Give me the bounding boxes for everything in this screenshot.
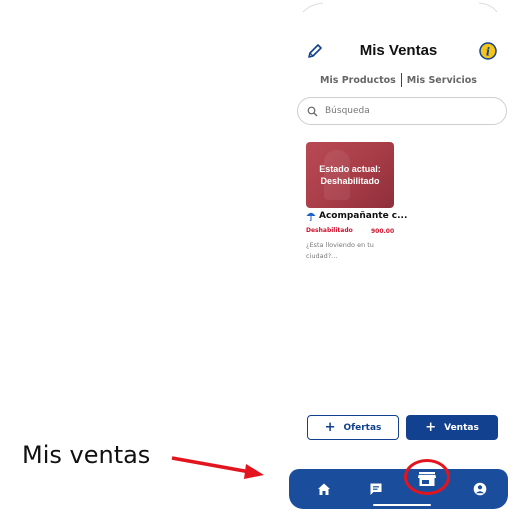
card-description: ¿Esta lloviendo en tu ciudad?...: [306, 241, 374, 260]
ofertas-button[interactable]: + Ofertas: [307, 415, 399, 440]
top-edge-decoration: [302, 2, 498, 13]
nav-chat[interactable]: [366, 479, 386, 499]
home-icon: [318, 483, 330, 495]
card-status-overlay-label: Estado actual:: [319, 164, 381, 174]
bottom-navigation: [289, 459, 508, 509]
page-title: Mis Ventas: [359, 42, 438, 59]
ofertas-button-label: Ofertas: [343, 422, 382, 433]
info-icon[interactable]: i: [479, 42, 497, 60]
search-icon: [307, 106, 318, 116]
tab-mis-productos[interactable]: Mis Productos: [320, 75, 396, 86]
card-price: 900.00: [371, 228, 395, 235]
card-title[interactable]: Acompañante c...: [306, 211, 407, 221]
plus-icon: +: [425, 420, 437, 435]
svg-text:i: i: [486, 46, 490, 59]
phone-screen: Mis Ventas i Mis Productos Mis Servicios…: [289, 0, 508, 509]
umbrella-icon: [306, 212, 316, 221]
tab-divider: [400, 73, 402, 87]
plus-icon: +: [324, 420, 336, 435]
nav-home[interactable]: [314, 479, 334, 499]
tabs: Mis Productos Mis Servicios: [289, 73, 508, 87]
annotation-arrow-icon: [171, 456, 264, 479]
ventas-button-label: Ventas: [444, 422, 479, 433]
card-title-text: Acompañante c...: [319, 211, 408, 221]
card-status: Deshabilitado: [306, 227, 353, 234]
product-card-image[interactable]: Estado actual: Deshabilitado: [306, 142, 394, 208]
chat-icon: [370, 483, 382, 495]
ventas-button[interactable]: + Ventas: [406, 415, 498, 440]
annotation-label: Mis ventas: [22, 441, 151, 469]
nav-profile[interactable]: [470, 479, 490, 499]
search-input[interactable]: Búsqueda: [297, 97, 507, 125]
tab-mis-servicios[interactable]: Mis Servicios: [407, 75, 477, 86]
card-status-overlay-value: Deshabilitado: [320, 176, 380, 186]
highlight-circle: [404, 459, 450, 495]
nav-active-indicator: [373, 504, 431, 506]
search-placeholder: Búsqueda: [325, 106, 370, 116]
profile-icon: [473, 482, 487, 496]
